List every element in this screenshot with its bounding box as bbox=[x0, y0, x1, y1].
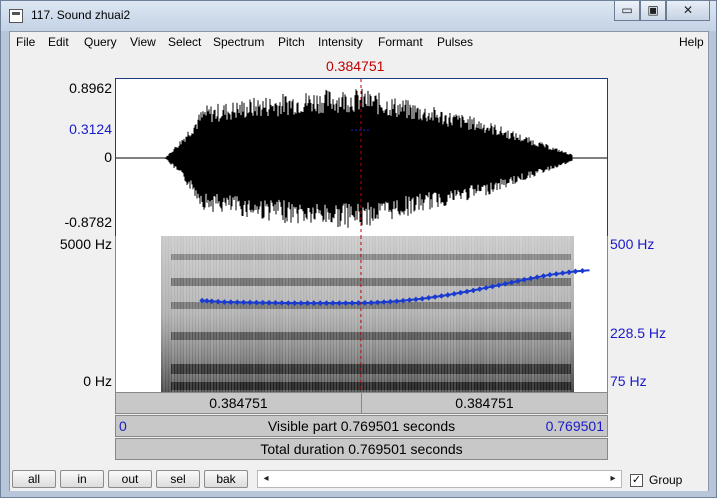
zoom-selection-button[interactable]: sel bbox=[156, 470, 200, 488]
group-toggle[interactable]: ✓ Group bbox=[630, 471, 682, 489]
spectrogram-bottom-label: 0 Hz bbox=[83, 373, 112, 389]
visible-part-text: Visible part 0.769501 seconds bbox=[267, 418, 456, 434]
waveform-max-label: 0.8962 bbox=[69, 80, 112, 96]
window-app-icon bbox=[9, 9, 23, 23]
cursor-left-time[interactable]: 0.384751 bbox=[116, 393, 361, 413]
total-duration-text: Total duration 0.769501 seconds bbox=[260, 441, 463, 457]
waveform-plot bbox=[116, 79, 607, 236]
window-controls: ▭ ▣ ✕ bbox=[614, 1, 710, 21]
close-button[interactable]: ✕ bbox=[666, 1, 710, 21]
menu-spectrum[interactable]: Spectrum bbox=[213, 35, 264, 49]
horizontal-scrollbar[interactable]: ◂ ▸ bbox=[257, 470, 622, 488]
waveform-panel[interactable] bbox=[115, 78, 608, 237]
group-label: Group bbox=[649, 473, 683, 487]
zoom-all-button[interactable]: all bbox=[12, 470, 56, 488]
menu-query[interactable]: Query bbox=[84, 35, 117, 49]
pitch-mid-label: 228.5 Hz bbox=[610, 325, 667, 341]
waveform-cursor-value-label: 0.3124 bbox=[69, 121, 112, 137]
maximize-button[interactable]: ▣ bbox=[640, 1, 666, 21]
waveform-min-label: -0.8782 bbox=[64, 214, 112, 230]
total-duration-bar[interactable]: Total duration 0.769501 seconds bbox=[115, 438, 608, 460]
menu-pulses[interactable]: Pulses bbox=[437, 35, 473, 49]
window-title: 117. Sound zhuai2 bbox=[31, 8, 131, 22]
menu-file[interactable]: File bbox=[16, 35, 35, 49]
cursor-time-label: 0.384751 bbox=[326, 58, 385, 74]
spectrogram-plot bbox=[161, 236, 590, 392]
pitch-bottom-label: 75 Hz bbox=[610, 373, 647, 389]
scroll-left-arrow-icon[interactable]: ◂ bbox=[258, 471, 274, 487]
cursor-right-time[interactable]: 0.384751 bbox=[362, 393, 607, 413]
client-area: File Edit Query View Select Spectrum Pit… bbox=[9, 31, 709, 491]
visible-part-bar[interactable]: 0 Visible part 0.769501 seconds 0.769501 bbox=[115, 415, 608, 437]
zoom-back-button[interactable]: bak bbox=[204, 470, 248, 488]
spectrogram-top-label: 5000 Hz bbox=[59, 236, 112, 252]
menu-edit[interactable]: Edit bbox=[48, 35, 69, 49]
title-bar: 117. Sound zhuai2 ▭ ▣ ✕ bbox=[1, 1, 716, 31]
pitch-point bbox=[579, 267, 586, 274]
scroll-right-arrow-icon[interactable]: ▸ bbox=[605, 471, 621, 487]
menu-select[interactable]: Select bbox=[168, 35, 201, 49]
zoom-out-button[interactable]: out bbox=[108, 470, 152, 488]
cursor-bar[interactable]: 0.384751 0.384751 bbox=[115, 392, 608, 414]
menu-intensity[interactable]: Intensity bbox=[318, 35, 363, 49]
menu-bar: File Edit Query View Select Spectrum Pit… bbox=[10, 32, 708, 52]
menu-help[interactable]: Help bbox=[679, 35, 704, 49]
zoom-in-button[interactable]: in bbox=[60, 470, 104, 488]
menu-view[interactable]: View bbox=[130, 35, 156, 49]
praat-sound-window: 117. Sound zhuai2 ▭ ▣ ✕ File Edit Query … bbox=[0, 0, 717, 498]
menu-pitch[interactable]: Pitch bbox=[278, 35, 305, 49]
visible-end-time: 0.769501 bbox=[545, 418, 604, 434]
sound-editor-area: 0.384751 0.8962 0.3124 0 -0.8782 5000 Hz… bbox=[10, 52, 708, 467]
minimize-button[interactable]: ▭ bbox=[614, 1, 640, 21]
spectrogram-panel[interactable] bbox=[115, 236, 608, 392]
menu-formant[interactable]: Formant bbox=[378, 35, 423, 49]
group-checkbox[interactable]: ✓ bbox=[630, 473, 643, 487]
waveform-zero-label: 0 bbox=[104, 149, 112, 165]
pitch-top-label: 500 Hz bbox=[610, 236, 655, 252]
bottom-toolbar: all in out sel bak ◂ ▸ ✓ Group bbox=[10, 467, 708, 491]
